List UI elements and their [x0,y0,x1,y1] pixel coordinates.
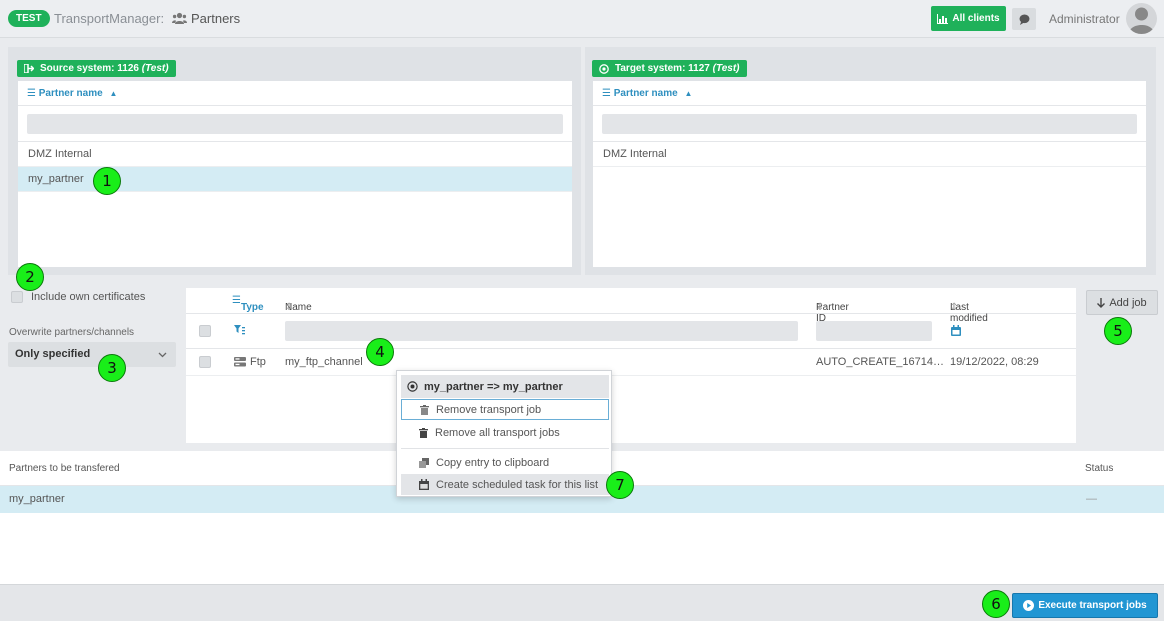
target-system-env: (Test) [712,63,740,74]
context-menu: my_partner => my_partner Remove transpor… [396,370,612,497]
remove-transport-job-label: Remove transport job [436,403,542,416]
server-icon [234,357,246,367]
target-system-badge: Target system: 1127 (Test) [592,60,747,77]
target-filter-row [593,106,1146,142]
target-system-label: Target system: 1127 [615,63,710,74]
callout-7: 7 [606,471,634,499]
trash-icon [419,427,428,438]
avatar[interactable] [1126,3,1157,34]
job-row-checkbox[interactable] [199,356,211,368]
target-partner-list: ☰ Partner name ▲ DMZ Internal [593,81,1146,267]
arrow-down-icon [1097,297,1106,308]
context-menu-title-text: my_partner => my_partner [424,380,563,393]
job-table-header: ☰ Type Name ⇕ Partner ID ⇕ Last modified… [186,288,1076,324]
copy-icon [419,457,429,468]
sort-asc-icon: ▲ [109,89,118,98]
job-row[interactable]: Ftp my_ftp_channel AUTO_CREATE_16714… 19… [186,349,1076,376]
source-partner-name-header[interactable]: ☰ Partner name ▲ [18,81,572,106]
source-system-badge: Source system: 1126 (Test) [17,60,176,77]
source-filter-input[interactable] [27,114,563,134]
source-system-env: (Test) [141,63,169,74]
sort-icon: ⇕ [950,302,959,313]
dot-circle-icon [407,381,418,392]
transfer-status: — [1086,493,1097,505]
remove-transport-job-item[interactable]: Remove transport job [401,399,609,420]
list-icon: ☰ [602,88,611,99]
sort-icon: ⇕ [816,302,825,313]
source-row-dmz-internal[interactable]: DMZ Internal [18,142,572,167]
target-column-label: Partner name [613,88,678,99]
callout-2: 2 [16,263,44,291]
users-icon [172,12,187,24]
source-filter-row [18,106,572,142]
context-menu-title: my_partner => my_partner [401,375,609,398]
calendar-icon [419,479,429,490]
list-icon: ☰ [27,88,36,99]
name-filter-input[interactable] [285,321,798,341]
type-column-label: Type [240,302,264,313]
target-partner-name-header[interactable]: ☰ Partner name ▲ [593,81,1146,106]
target-filter-input[interactable] [602,114,1137,134]
callout-5: 5 [1104,317,1132,345]
calendar-icon[interactable] [951,325,961,336]
target-system-panel: Target system: 1127 (Test) ☰ Partner nam… [585,47,1156,275]
add-job-button[interactable]: Add job [1086,290,1158,315]
sort-icon: ⇕ [285,302,294,313]
select-all-checkbox[interactable] [199,325,211,337]
add-job-label: Add job [1109,296,1147,309]
job-type: Ftp [250,356,266,368]
create-scheduled-task-item[interactable]: Create scheduled task for this list [401,474,609,495]
transfer-partner: my_partner [9,493,65,505]
all-clients-button[interactable]: All clients [931,6,1006,31]
overwrite-value: Only specified [15,348,91,360]
environment-badge: TEST [8,10,50,27]
page-title: Partners [191,11,241,26]
copy-entry-item[interactable]: Copy entry to clipboard [401,452,609,473]
execute-label: Execute transport jobs [1038,600,1147,611]
chat-icon [1019,14,1029,25]
copy-entry-label: Copy entry to clipboard [436,456,550,469]
callout-6: 6 [982,590,1010,618]
overwrite-label: Overwrite partners/channels [9,327,135,338]
user-avatar-icon [1129,7,1154,34]
remove-all-transport-jobs-item[interactable]: Remove all transport jobs [401,422,609,443]
top-bar: TEST TransportManager: Partners All clie… [0,0,1164,38]
sort-asc-icon: ▲ [684,89,693,98]
transport-job-table: ☰ Type Name ⇕ Partner ID ⇕ Last modified… [186,288,1076,443]
callout-3: 3 [98,354,126,382]
include-certificates-checkbox[interactable] [11,291,23,303]
job-filter-row [186,314,1076,349]
source-system-panel: Source system: 1126 (Test) ☰ Partner nam… [8,47,581,275]
target-icon [599,63,609,74]
all-clients-label: All clients [952,13,1000,24]
partner-id-filter-input[interactable] [816,321,932,341]
source-system-label: Source system: 1126 [40,63,139,74]
callout-1: 1 [93,167,121,195]
overwrite-select[interactable]: Only specified [8,342,176,367]
sign-out-icon [24,64,34,73]
include-certificates-label: Include own certificates [31,291,146,303]
trash-icon [420,404,429,415]
remove-all-transport-jobs-label: Remove all transport jobs [435,426,560,439]
source-column-label: Partner name [38,88,103,99]
chat-button[interactable] [1012,8,1036,30]
chart-icon [937,13,949,24]
status-column: Status [1085,463,1114,474]
user-name[interactable]: Administrator [1049,12,1120,26]
include-certificates-option[interactable]: Include own certificates [11,291,145,303]
play-circle-icon [1023,600,1035,611]
type-column-header[interactable]: ☰ Type [232,295,264,313]
chevron-down-icon [158,352,167,358]
callout-4: 4 [366,338,394,366]
menu-divider [401,448,609,449]
filter-icon[interactable] [234,325,245,335]
job-partner-id: AUTO_CREATE_16714… [816,356,944,368]
create-scheduled-task-label: Create scheduled task for this list [436,478,599,491]
target-row-dmz-internal[interactable]: DMZ Internal [593,142,1146,167]
app-title: TransportManager: [54,11,165,26]
partners-to-transfer-column: Partners to be transfered [9,463,120,474]
job-name: my_ftp_channel [285,356,363,368]
execute-transport-jobs-button[interactable]: Execute transport jobs [1012,593,1158,618]
job-last-modified: 19/12/2022, 08:29 [950,356,1039,368]
